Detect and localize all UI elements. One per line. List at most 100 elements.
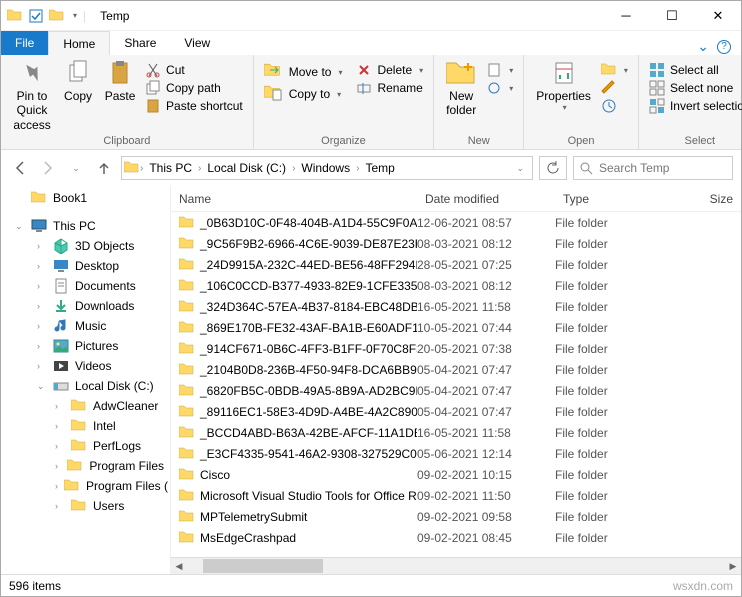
sidebar-item-local-disk[interactable]: ⌄Local Disk (C:) (1, 376, 170, 396)
file-date: 05-04-2021 07:47 (417, 405, 555, 419)
file-row[interactable]: _6820FB5C-0BDB-49A5-8B9A-AD2BC9E2...05-0… (171, 380, 741, 401)
breadcrumb[interactable]: This PC (143, 161, 198, 175)
sidebar-item[interactable]: ›AdwCleaner (1, 396, 170, 416)
column-name[interactable]: Name (171, 192, 417, 206)
column-date[interactable]: Date modified (417, 192, 555, 206)
file-date: 05-06-2021 12:14 (417, 447, 555, 461)
file-row[interactable]: _2104B0D8-236B-4F50-94F8-DCA6BB9063...05… (171, 359, 741, 380)
help-icon[interactable]: ? (717, 40, 731, 54)
copy-to-button[interactable]: Copy to▾ (260, 83, 347, 105)
search-box[interactable]: Search Temp (573, 156, 733, 180)
sidebar-item[interactable]: ›3D Objects (1, 236, 170, 256)
nav-pane[interactable]: Book1 ⌄This PC ›3D Objects›Desktop›Docum… (1, 186, 171, 574)
edit-button[interactable] (597, 79, 632, 97)
invert-selection-button[interactable]: Invert selection (645, 97, 742, 115)
nav-recent-button[interactable]: ⌄ (65, 157, 87, 179)
tab-share[interactable]: Share (110, 31, 170, 55)
file-row[interactable]: _106C0CCD-B377-4933-82E9-1CFE33584E...08… (171, 275, 741, 296)
properties-button[interactable]: Properties▾ (530, 57, 597, 115)
file-row[interactable]: MsEdgeCrashpad09-02-2021 08:45File folde… (171, 527, 741, 548)
search-icon (580, 162, 593, 175)
file-type: File folder (555, 426, 665, 440)
sidebar-item[interactable]: ›Users (1, 496, 170, 516)
file-row[interactable]: _89116EC1-58E3-4D9D-A4BE-4A2C8904062...0… (171, 401, 741, 422)
file-type: File folder (555, 447, 665, 461)
content: Book1 ⌄This PC ›3D Objects›Desktop›Docum… (1, 186, 741, 574)
file-row[interactable]: _BCCD4ABD-B63A-42BE-AFCF-11A1DBD...16-05… (171, 422, 741, 443)
paste-shortcut-button[interactable]: Paste shortcut (141, 97, 247, 115)
easy-access-button[interactable]: ▾ (482, 79, 517, 97)
column-type[interactable]: Type (555, 192, 665, 206)
file-date: 09-02-2021 11:50 (417, 489, 555, 503)
file-date: 09-02-2021 08:45 (417, 531, 555, 545)
paste-button[interactable]: Paste (99, 57, 141, 105)
sidebar-item-label: 3D Objects (75, 239, 134, 253)
copy-button[interactable]: Copy (57, 57, 99, 105)
folder-icon (7, 8, 23, 24)
copy-path-button[interactable]: Copy path (141, 79, 247, 97)
address-bar[interactable]: › This PC› Local Disk (C:)› Windows› Tem… (121, 156, 533, 180)
library-icon (53, 358, 69, 374)
file-row[interactable]: Cisco09-02-2021 10:15File folder (171, 464, 741, 485)
rename-button[interactable]: Rename (352, 79, 427, 97)
select-none-button[interactable]: Select none (645, 79, 742, 97)
library-icon (53, 318, 69, 334)
sidebar-item[interactable]: ›Intel (1, 416, 170, 436)
cut-button[interactable]: Cut (141, 61, 247, 79)
pc-icon (31, 218, 47, 234)
file-row[interactable]: MPTelemetrySubmit09-02-2021 09:58File fo… (171, 506, 741, 527)
sidebar-item[interactable]: ›Music (1, 316, 170, 336)
nav-forward-button[interactable] (37, 157, 59, 179)
sidebar-item[interactable]: ›Desktop (1, 256, 170, 276)
file-row[interactable]: _869E170B-FE32-43AF-BA1B-E60ADF1BE3...10… (171, 317, 741, 338)
sidebar-item-book1[interactable]: Book1 (1, 188, 170, 208)
tab-file[interactable]: File (1, 31, 48, 55)
ribbon-collapse-icon[interactable]: ⌄ (697, 38, 709, 55)
sidebar-item[interactable]: ›Downloads (1, 296, 170, 316)
close-button[interactable]: ✕ (695, 1, 741, 31)
file-row[interactable]: Microsoft Visual Studio Tools for Office… (171, 485, 741, 506)
pin-quick-access-button[interactable]: Pin to Quick access (7, 57, 57, 134)
sidebar-item[interactable]: ›Videos (1, 356, 170, 376)
qat-dropdown[interactable]: ▾ (73, 11, 77, 20)
delete-button[interactable]: Delete▾ (352, 61, 427, 79)
breadcrumb[interactable]: Local Disk (C:) (201, 161, 292, 175)
history-icon (601, 98, 617, 114)
file-row[interactable]: _24D9915A-232C-44ED-BE56-48FF294EC...28-… (171, 254, 741, 275)
sidebar-item[interactable]: ›Program Files ( (1, 476, 170, 496)
sidebar-item[interactable]: ›Program Files (1, 456, 170, 476)
breadcrumb[interactable]: Windows (295, 161, 356, 175)
tab-view[interactable]: View (170, 31, 224, 55)
sidebar-item[interactable]: ›Pictures (1, 336, 170, 356)
open-button[interactable]: ▾ (597, 61, 632, 79)
sidebar-item-this-pc[interactable]: ⌄This PC (1, 216, 170, 236)
folder-icon (179, 488, 195, 504)
file-row[interactable]: _324D364C-57EA-4B37-8184-EBC48DB57...16-… (171, 296, 741, 317)
minimize-button[interactable]: ─ (603, 1, 649, 31)
file-row[interactable]: _0B63D10C-0F48-404B-A1D4-55C9F0A9A...12-… (171, 212, 741, 233)
sidebar-item[interactable]: ›PerfLogs (1, 436, 170, 456)
file-row[interactable]: _914CF671-0B6C-4FF3-B1FF-0F70C8F3FD...20… (171, 338, 741, 359)
maximize-button[interactable]: ☐ (649, 1, 695, 31)
nav-back-button[interactable] (9, 157, 31, 179)
column-size[interactable]: Size (665, 192, 741, 206)
breadcrumb[interactable]: Temp (359, 161, 400, 175)
move-to-button[interactable]: Move to▾ (260, 61, 347, 83)
nav-up-button[interactable] (93, 157, 115, 179)
history-button[interactable] (597, 97, 632, 115)
file-row[interactable]: _9C56F9B2-6966-4C6E-9039-DE87E23F2...08-… (171, 233, 741, 254)
sidebar-item-label: Videos (75, 359, 111, 373)
tab-home[interactable]: Home (48, 31, 110, 55)
checkbox-icon[interactable] (29, 9, 43, 23)
new-item-button[interactable]: ▾ (482, 61, 517, 79)
address-dropdown[interactable]: ⌄ (510, 163, 530, 174)
file-list[interactable]: _0B63D10C-0F48-404B-A1D4-55C9F0A9A...12-… (171, 212, 741, 557)
select-all-button[interactable]: Select all (645, 61, 742, 79)
sidebar-item[interactable]: ›Documents (1, 276, 170, 296)
new-folder-button[interactable]: New folder (440, 57, 482, 120)
file-row[interactable]: _E3CF4335-9541-46A2-9308-327529C0A3F205-… (171, 443, 741, 464)
folder-icon (179, 467, 195, 483)
horizontal-scrollbar[interactable]: ◀▶ (171, 557, 741, 574)
file-name: _89116EC1-58E3-4D9D-A4BE-4A2C8904062... (200, 405, 417, 419)
refresh-button[interactable] (539, 156, 567, 180)
